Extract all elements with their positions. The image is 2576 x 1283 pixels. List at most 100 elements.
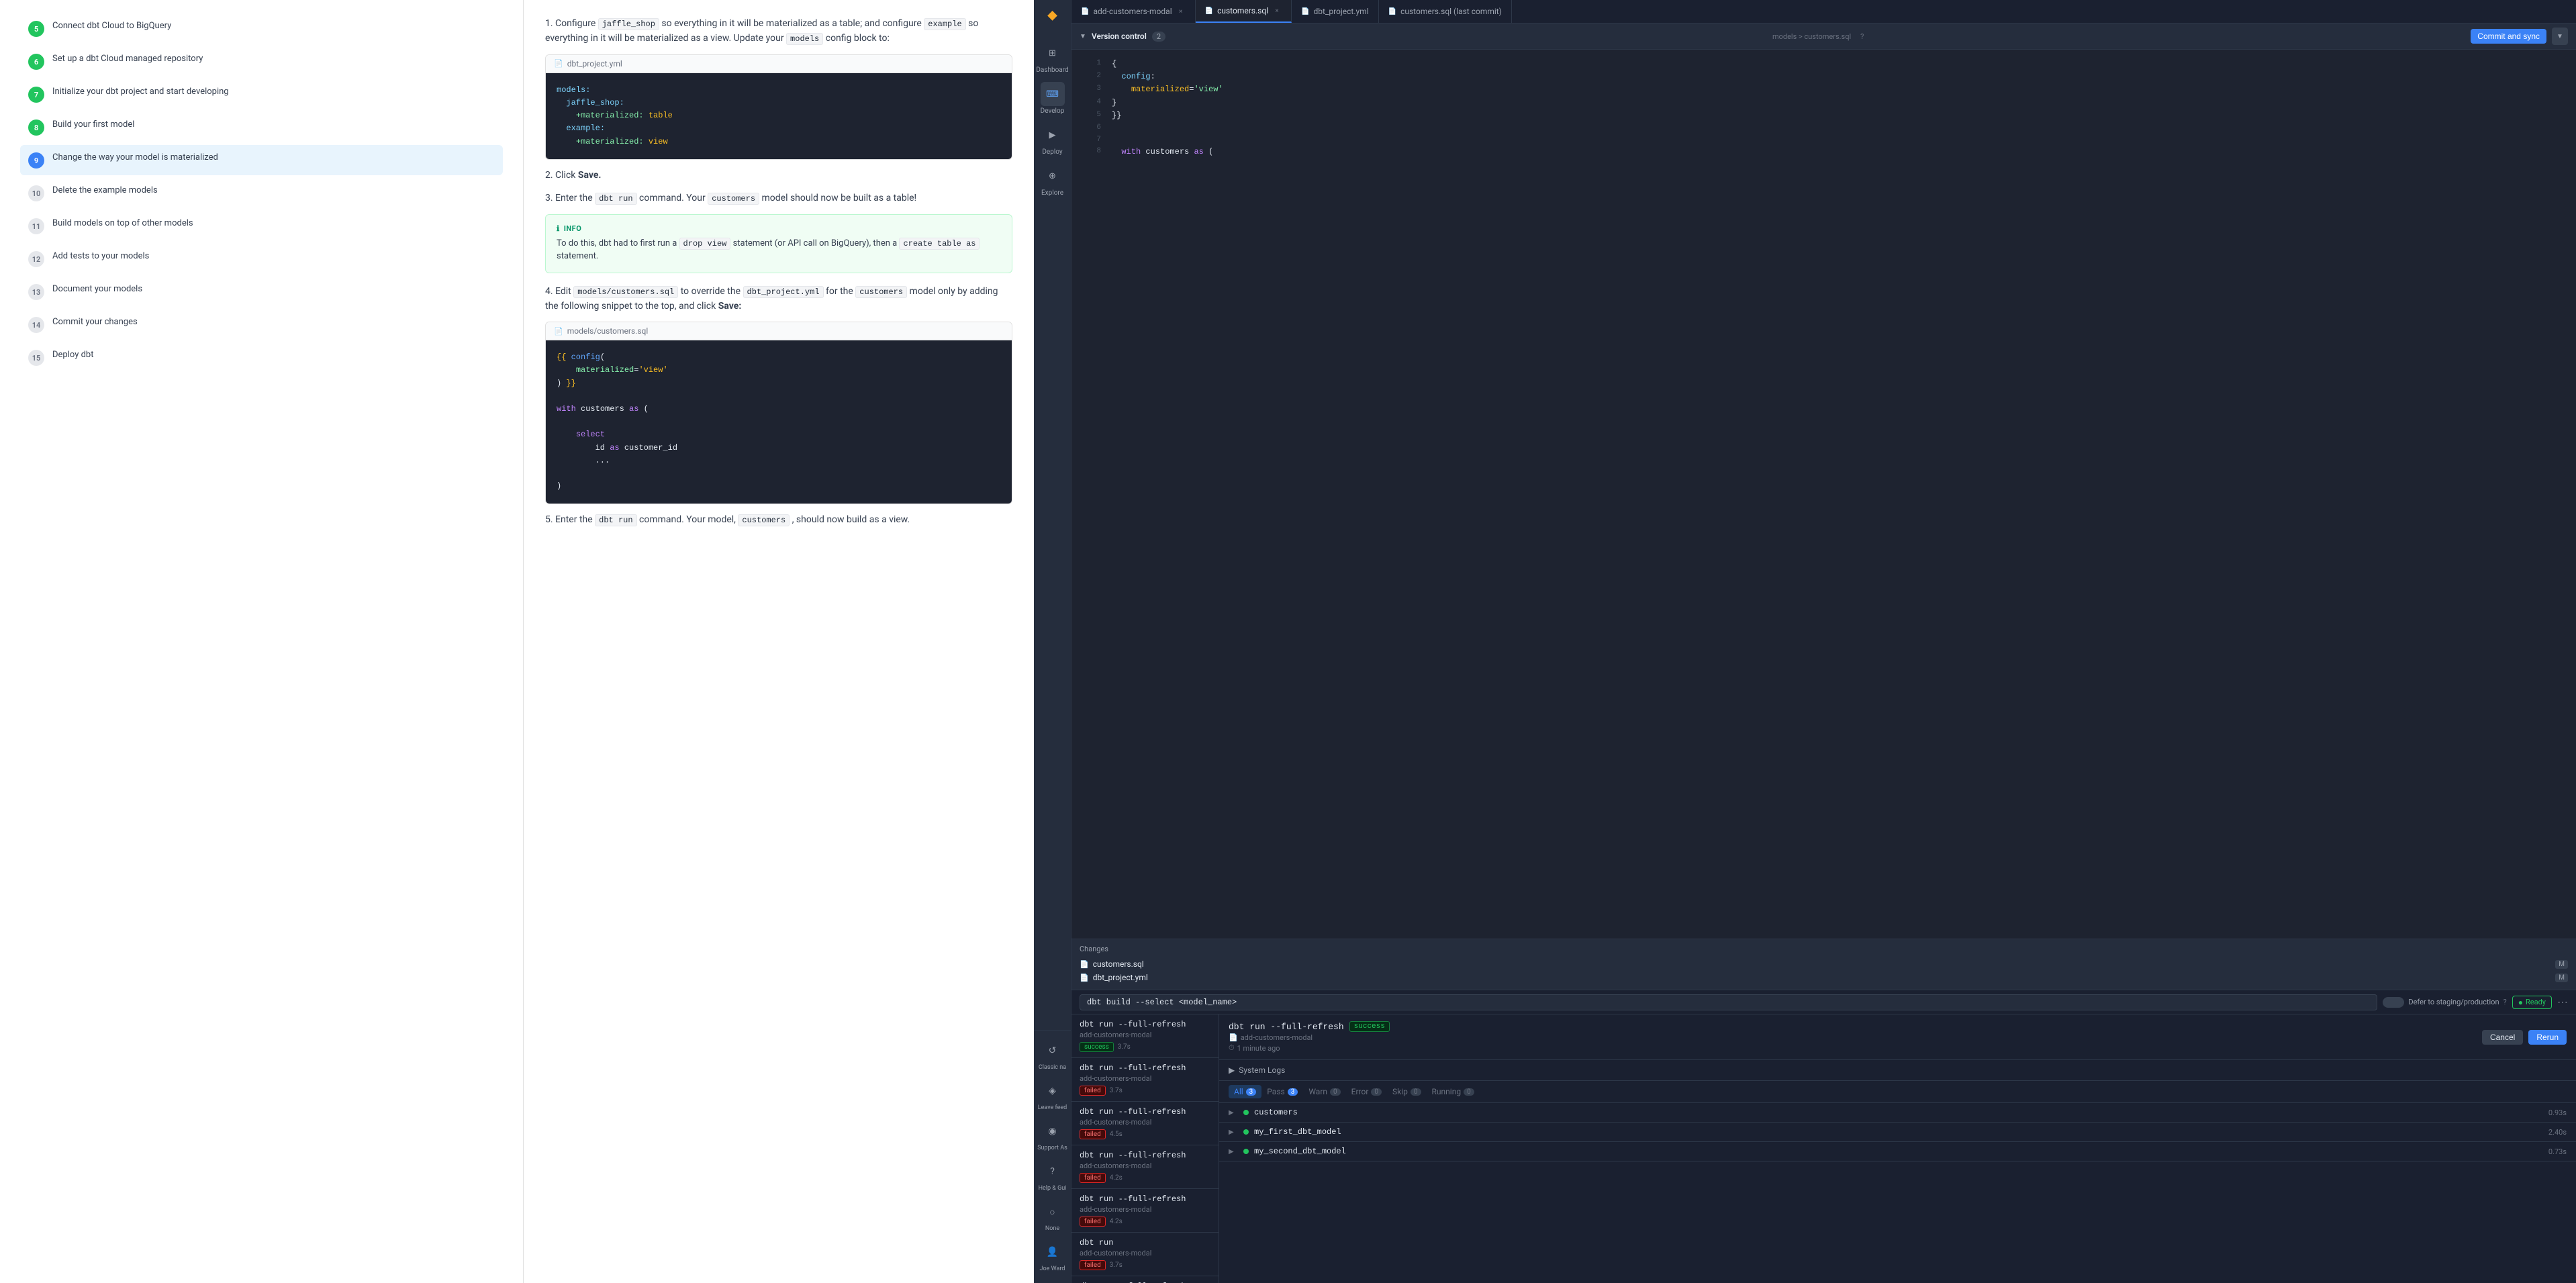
nav-bottom-item-help[interactable]: ? Help & Gui [1034, 1157, 1071, 1194]
commit-button[interactable]: Commit and sync [2471, 29, 2546, 44]
nav-bottom-item-user[interactable]: 👤 Joe Ward [1034, 1237, 1071, 1275]
run-item-4[interactable]: dbt run --full-refresh add-customers-mod… [1071, 1189, 1219, 1233]
filter-tabs: All 3 Pass 3 Warn 0 Error 0 Skip 0 Runni… [1219, 1081, 2576, 1103]
run-bar: Defer to staging/production ? ● Ready ⋯ [1071, 990, 2576, 1014]
commit-chevron[interactable]: ▼ [2552, 28, 2568, 45]
model-item-my_second_dbt_model[interactable]: ▶ my_second_dbt_model 0.73s [1219, 1142, 2576, 1161]
run-detail: dbt run --full-refresh success 📄 add-cus… [1219, 1014, 2576, 1283]
filter-count-4: 0 [1411, 1088, 1421, 1096]
tab-customers-last[interactable]: 📄 customers.sql (last commit) [1379, 0, 1512, 23]
filter-tab-skip[interactable]: Skip 0 [1387, 1085, 1427, 1098]
tutorial-step-9[interactable]: 9 Change the way your model is materiali… [20, 145, 503, 175]
defer-toggle-switch[interactable] [2383, 997, 2404, 1008]
nav-icon-develop[interactable]: ⌨ [1041, 82, 1065, 106]
tab-close-customers-sql[interactable]: × [1272, 6, 1282, 15]
file-block-1-name: dbt_project.yml [567, 59, 622, 68]
change-item-1[interactable]: 📄 customers.sql M [1080, 957, 2568, 971]
nav-bottom-item-none[interactable]: ○ None [1034, 1197, 1071, 1235]
more-options-icon[interactable]: ⋯ [2557, 996, 2568, 1008]
run-item-2[interactable]: dbt run --full-refresh add-customers-mod… [1071, 1102, 1219, 1145]
filter-count-5: 0 [1464, 1088, 1474, 1096]
rerun-button[interactable]: Rerun [2528, 1030, 2567, 1045]
tab-customers-sql[interactable]: 📄 customers.sql × [1196, 0, 1292, 23]
detail-actions: Cancel Rerun [2482, 1030, 2567, 1045]
detail-title: dbt run --full-refresh success [1229, 1021, 1390, 1032]
tab-dbt-project[interactable]: 📄 dbt_project.yml [1292, 0, 1379, 23]
tutorial-step-10[interactable]: 10 Delete the example models [20, 178, 503, 208]
file-block-1: 📄 dbt_project.yml models: jaffle_shop: +… [545, 54, 1012, 160]
detail-file-icon: 📄 [1229, 1033, 1238, 1042]
file-icon-tab-customers-last: 📄 [1388, 8, 1396, 15]
run-item-0[interactable]: dbt run --full-refresh add-customers-mod… [1071, 1014, 1219, 1058]
nav-item-explore[interactable]: ⊕ Explore [1034, 161, 1071, 199]
code-dbt-run-2: dbt run [595, 514, 636, 526]
run-item-6[interactable]: dbt run --full-refresh add-customers-mod… [1071, 1276, 1219, 1283]
cancel-button[interactable]: Cancel [2482, 1030, 2523, 1045]
tutorial-step-11[interactable]: 11 Build models on top of other models [20, 211, 503, 241]
nav-bottom-icon-classic-nav[interactable]: ↺ [1041, 1039, 1065, 1063]
none-icon: ○ [1049, 1206, 1055, 1218]
filter-tab-pass[interactable]: Pass 3 [1261, 1085, 1303, 1098]
step5-intro: 5. Enter the dbt run command. Your model… [545, 512, 1012, 527]
nav-icon-explore[interactable]: ⊕ [1041, 164, 1065, 188]
nav-icon-dashboard[interactable]: ⊞ [1041, 41, 1065, 65]
step-label-6: Set up a dbt Cloud managed repository [52, 53, 203, 65]
change-item-2[interactable]: 📄 dbt_project.yml M [1080, 971, 2568, 984]
ide-panel: ◆ ⊞ Dashboard ⌨ Develop ▶ Deploy ⊕ Explo… [1034, 0, 2576, 1283]
model-status-dot-0 [1243, 1110, 1249, 1115]
tab-close-add-customers[interactable]: × [1176, 7, 1186, 16]
code-dbt-project-yml: dbt_project.yml [743, 286, 824, 298]
nav-bottom-item-support[interactable]: ◉ Support As [1034, 1116, 1071, 1154]
nav-item-dashboard[interactable]: ⊞ Dashboard [1034, 38, 1071, 77]
step4-intro: 4. Edit models/customers.sql to override… [545, 284, 1012, 314]
nav-bottom-icon-user[interactable]: 👤 [1041, 1240, 1065, 1264]
leave-feedback-icon: ◈ [1049, 1086, 1056, 1096]
run-command-input[interactable] [1080, 994, 2377, 1010]
filter-tab-all[interactable]: All 3 [1229, 1085, 1261, 1098]
filter-tab-error[interactable]: Error 0 [1346, 1085, 1387, 1098]
nav-bottom-label-help: Help & Gui [1039, 1185, 1067, 1192]
nav-item-deploy[interactable]: ▶ Deploy [1034, 120, 1071, 158]
model-item-customers[interactable]: ▶ customers 0.93s [1219, 1103, 2576, 1123]
model-status-dot-1 [1243, 1129, 1249, 1135]
tutorial-step-12[interactable]: 12 Add tests to your models [20, 244, 503, 274]
run-status-4: failed [1080, 1217, 1106, 1227]
editor-content: 1 { 2 config: 3 materialized='view' [1071, 50, 2576, 939]
nav-bottom-icon-leave-feedback[interactable]: ◈ [1041, 1079, 1065, 1103]
file-icon-tab-customers-sql: 📄 [1205, 7, 1213, 15]
tutorial-step-6[interactable]: 6 Set up a dbt Cloud managed repository [20, 46, 503, 77]
tutorial-step-15[interactable]: 15 Deploy dbt [20, 342, 503, 373]
run-item-sub-2: add-customers-modal [1080, 1118, 1210, 1127]
system-logs-toggle[interactable]: ▶ System Logs [1219, 1060, 2576, 1081]
tutorial-step-5[interactable]: 5 Connect dbt Cloud to BigQuery [20, 13, 503, 44]
tutorial-step-13[interactable]: 13 Document your models [20, 277, 503, 307]
nav-icon-deploy[interactable]: ▶ [1041, 123, 1065, 147]
file-block-1-header: 📄 dbt_project.yml [546, 55, 1012, 73]
run-item-1[interactable]: dbt run --full-refresh add-customers-mod… [1071, 1058, 1219, 1102]
detail-time: ⏱ 1 minute ago [1229, 1043, 1390, 1053]
tutorial-step-14[interactable]: 14 Commit your changes [20, 310, 503, 340]
editor-line-1: 1 { [1071, 58, 2576, 70]
run-item-3[interactable]: dbt run --full-refresh add-customers-mod… [1071, 1145, 1219, 1189]
filter-tab-running[interactable]: Running 0 [1427, 1085, 1480, 1098]
info-label: INFO [564, 224, 582, 233]
run-item-5[interactable]: dbt run add-customers-modal failed 3.7s [1071, 1233, 1219, 1276]
nav-bottom-item-classic-nav[interactable]: ↺ Classic na [1034, 1036, 1071, 1074]
nav-bottom-label-support: Support As [1037, 1145, 1067, 1151]
nav-bottom-icon-help[interactable]: ? [1041, 1159, 1065, 1184]
nav-bottom-icon-none[interactable]: ○ [1041, 1200, 1065, 1224]
filter-tab-warn[interactable]: Warn 0 [1303, 1085, 1345, 1098]
step-number-9: 9 [28, 152, 44, 169]
tab-add-customers[interactable]: 📄 add-customers-modal × [1071, 0, 1196, 23]
step-label-8: Build your first model [52, 119, 134, 131]
model-item-my_first_dbt_model[interactable]: ▶ my_first_dbt_model 2.40s [1219, 1123, 2576, 1142]
nav-bottom-item-leave-feedback[interactable]: ◈ Leave feed [1034, 1076, 1071, 1114]
step-number-12: 12 [28, 251, 44, 267]
code-example: example [924, 18, 965, 30]
nav-item-develop[interactable]: ⌨ Develop [1034, 79, 1071, 117]
tutorial-step-8[interactable]: 8 Build your first model [20, 112, 503, 142]
tutorial-step-7[interactable]: 7 Initialize your dbt project and start … [20, 79, 503, 109]
code-create-table: create table as [899, 238, 980, 250]
code-jaffle-shop: jaffle_shop [598, 18, 659, 30]
nav-bottom-icon-support[interactable]: ◉ [1041, 1119, 1065, 1143]
